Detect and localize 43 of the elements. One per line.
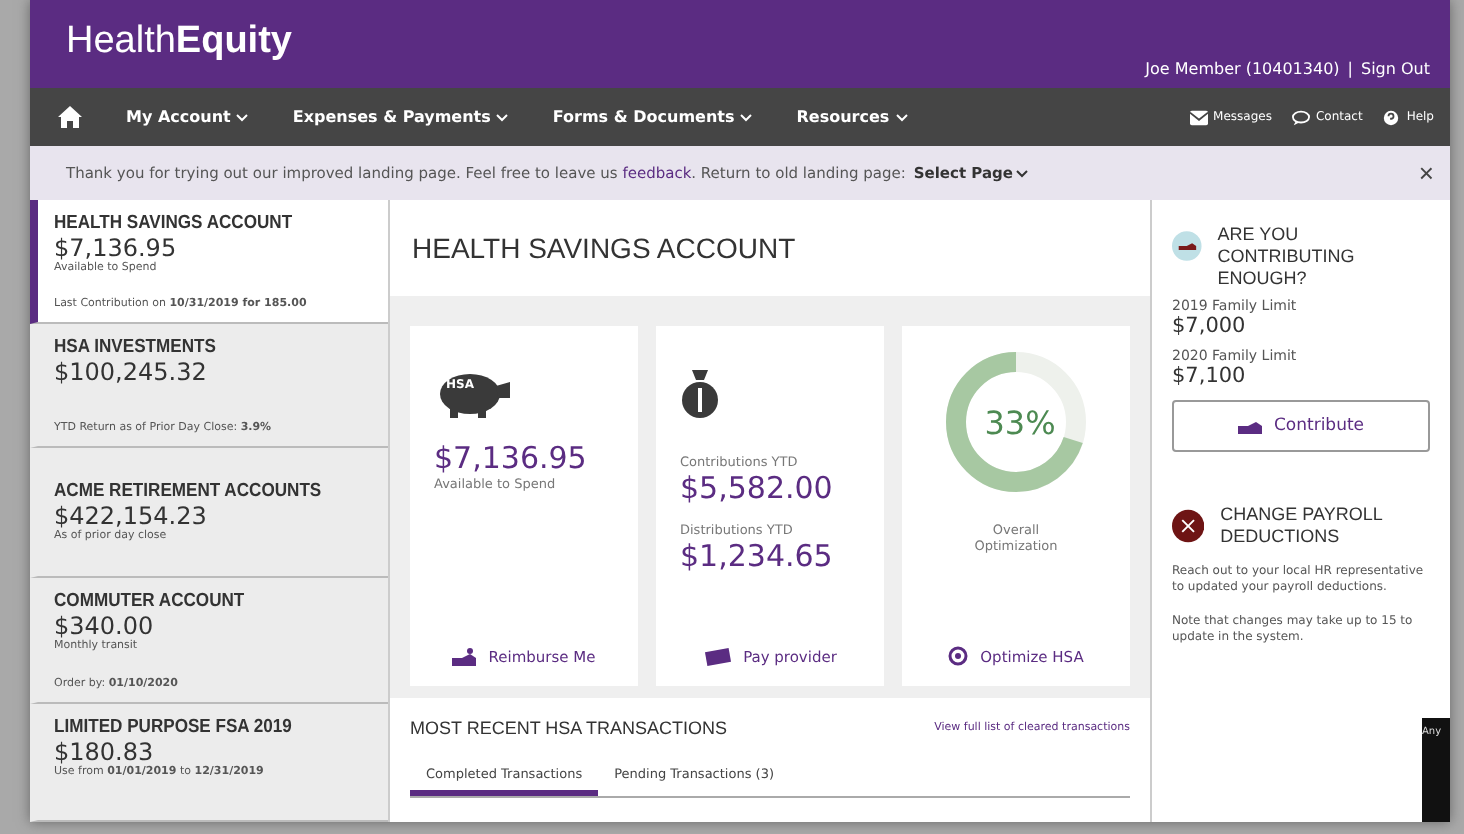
banknote-icon [703, 648, 732, 666]
chat-icon [1291, 109, 1310, 125]
nav-menu-item[interactable]: Expenses & Payments [292, 108, 509, 126]
account-title: LIMITED PURPOSE FSA 2019 [54, 716, 294, 739]
account-title: COMMUTER ACCOUNT [54, 589, 247, 612]
contribute-button[interactable]: Contribute [1172, 400, 1430, 453]
account-amount: $7,136.95 [54, 234, 179, 262]
total-amount: $5,582.00 [680, 470, 833, 506]
mail-icon [1189, 109, 1208, 125]
limit-amount: $7,100 [1172, 364, 1248, 389]
caret-icon [496, 113, 509, 121]
separator: | [1347, 60, 1353, 78]
optimization-percent: 33% [984, 404, 1056, 442]
payroll-heading: CHANGE PAYROLL DEDUCTIONS [1220, 504, 1385, 548]
account-amount: $340.00 [54, 611, 156, 640]
piggy-bank-icon [434, 370, 514, 418]
balance-amount: $7,136.95 [434, 440, 587, 476]
caret-icon [740, 113, 753, 121]
account-title: HSA INVESTMENTS [54, 335, 218, 358]
caret-icon [1016, 169, 1029, 177]
account-amount: $100,245.32 [54, 357, 209, 386]
caret-icon [236, 113, 249, 121]
home-icon[interactable] [58, 106, 82, 128]
account-title: HEALTH SAVINGS ACCOUNT [54, 212, 295, 234]
money-bag-icon [680, 370, 720, 418]
caret-icon [895, 113, 908, 121]
transactions-title: MOST RECENT HSA TRANSACTIONS [410, 718, 728, 738]
account-amount: $422,154.23 [54, 502, 209, 531]
account-amount: $180.83 [54, 738, 154, 767]
section-title: HEALTH SAVINGS ACCOUNT [410, 230, 798, 268]
nav-menu-item[interactable]: Forms & Documents [552, 108, 753, 126]
contribution-heading: ARE YOU CONTRIBUTING ENOUGH? [1217, 224, 1357, 289]
nav-menu-item[interactable]: Resources [796, 108, 908, 126]
limit-amount: $7,000 [1172, 314, 1248, 339]
help-icon [1382, 109, 1401, 125]
user-name: Joe Member (10401340) [1145, 60, 1340, 78]
account-title: ACME RETIREMENT ACCOUNTS [54, 480, 324, 503]
total-amount: $1,234.65 [680, 538, 833, 574]
logo[interactable]: HealthEquity [66, 0, 292, 88]
target-icon [948, 646, 969, 666]
sign-out-link[interactable]: Sign Out [1361, 60, 1430, 78]
nav-menu-item[interactable]: My Account [126, 108, 249, 126]
close-button[interactable]: × [1418, 158, 1434, 188]
